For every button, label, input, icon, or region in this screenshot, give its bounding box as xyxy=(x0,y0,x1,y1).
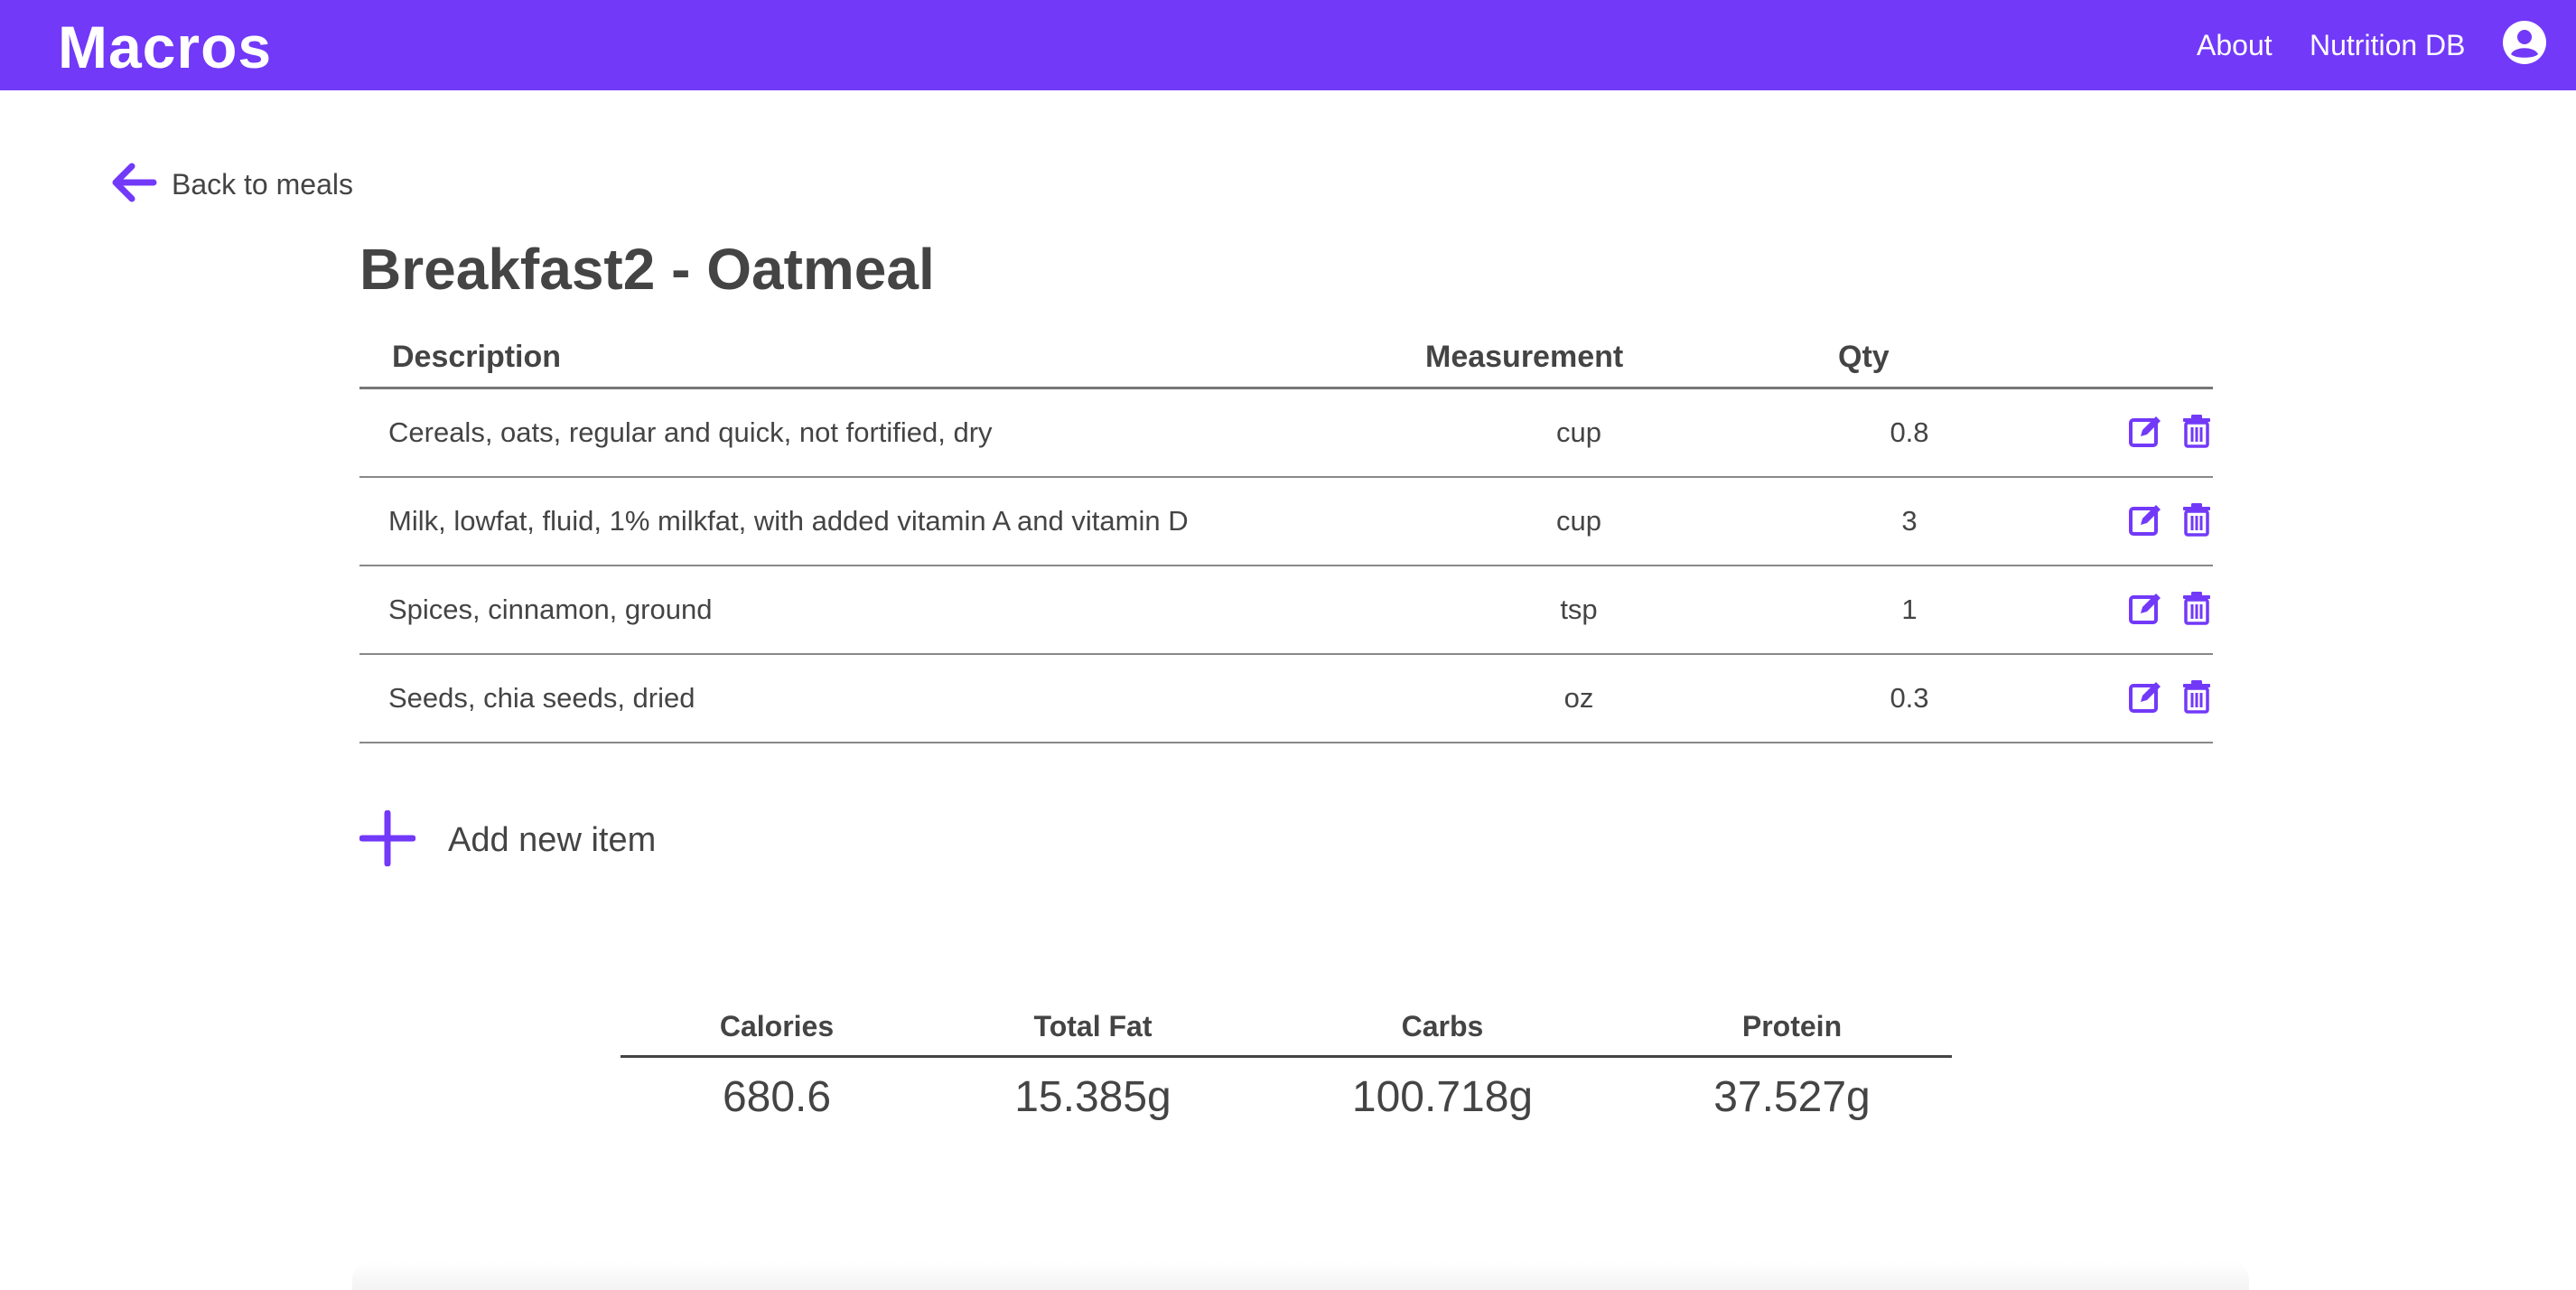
totals-value-total-fat: 15.385g xyxy=(1014,1073,1171,1121)
table-header: Description Measurement Qty xyxy=(359,332,2213,389)
account-circle-icon[interactable] xyxy=(2502,20,2547,65)
totals-header-calories: Calories xyxy=(719,1010,835,1042)
trash-icon[interactable] xyxy=(2179,590,2215,626)
item-measurement: oz xyxy=(1563,682,1594,714)
nav-link-about[interactable]: About xyxy=(2197,0,2273,90)
totals-value-carbs: 100.718g xyxy=(1351,1073,1534,1121)
meal-items-table: Description Measurement Qty Cereals, oat… xyxy=(359,332,2213,743)
add-new-item-button[interactable]: Add new item xyxy=(359,809,657,871)
nav-link-nutrition-db[interactable]: Nutrition DB xyxy=(2310,0,2466,90)
totals-values: 680.6 15.385g 100.718g 37.527g xyxy=(621,1058,1952,1130)
page: Macros About Nutrition DB Back to meals … xyxy=(0,0,2576,1290)
table-row: Milk, lowfat, fluid, 1% milkfat, with ad… xyxy=(359,478,2213,566)
table-row: Spices, cinnamon, ground tsp 1 xyxy=(359,566,2213,655)
totals-header-carbs: Carbs xyxy=(1401,1010,1484,1042)
item-description: Milk, lowfat, fluid, 1% milkfat, with ad… xyxy=(388,505,1189,537)
row-actions xyxy=(2128,413,2215,449)
totals-value-calories: 680.6 xyxy=(722,1073,832,1121)
column-header-qty: Qty xyxy=(1838,340,1890,374)
totals-value-protein: 37.527g xyxy=(1713,1073,1871,1121)
table-row: Seeds, chia seeds, dried oz 0.3 xyxy=(359,655,2213,743)
column-header-description: Description xyxy=(392,340,562,374)
item-measurement: cup xyxy=(1556,416,1601,448)
add-new-item-label: Add new item xyxy=(448,820,657,859)
totals-header-protein: Protein xyxy=(1741,1010,1843,1042)
row-actions xyxy=(2128,678,2215,715)
edit-icon[interactable] xyxy=(2128,413,2164,449)
trash-icon[interactable] xyxy=(2179,678,2215,715)
trash-icon[interactable] xyxy=(2179,413,2215,449)
edit-icon[interactable] xyxy=(2128,590,2164,626)
item-description: Spices, cinnamon, ground xyxy=(388,594,713,625)
card-edge-shadow xyxy=(352,1261,2249,1290)
item-description: Seeds, chia seeds, dried xyxy=(388,682,695,714)
page-title: Breakfast2 - Oatmeal xyxy=(359,237,935,302)
totals-header: Calories Total Fat Carbs Protein xyxy=(621,1005,1952,1058)
row-actions xyxy=(2128,501,2215,538)
table-row: Cereals, oats, regular and quick, not fo… xyxy=(359,389,2213,478)
macro-totals: Calories Total Fat Carbs Protein 680.6 1… xyxy=(621,1005,1952,1130)
item-measurement: cup xyxy=(1556,505,1601,537)
item-measurement: tsp xyxy=(1560,594,1598,625)
plus-icon xyxy=(359,809,416,871)
row-actions xyxy=(2128,590,2215,626)
top-nav-bar: Macros About Nutrition DB xyxy=(0,0,2576,90)
item-qty: 3 xyxy=(1901,505,1918,537)
item-qty: 0.8 xyxy=(1890,416,1929,448)
item-qty: 1 xyxy=(1901,594,1918,625)
item-description: Cereals, oats, regular and quick, not fo… xyxy=(388,416,993,448)
trash-icon[interactable] xyxy=(2179,501,2215,538)
brand-logo[interactable]: Macros xyxy=(58,11,272,83)
back-to-meals-link[interactable]: Back to meals xyxy=(108,159,353,210)
totals-header-total-fat: Total Fat xyxy=(1033,1010,1153,1042)
column-header-measurement: Measurement xyxy=(1425,340,1624,374)
back-to-meals-label: Back to meals xyxy=(172,167,353,201)
arrow-left-icon xyxy=(108,157,159,212)
edit-icon[interactable] xyxy=(2128,501,2164,538)
edit-icon[interactable] xyxy=(2128,678,2164,715)
item-qty: 0.3 xyxy=(1890,682,1929,714)
